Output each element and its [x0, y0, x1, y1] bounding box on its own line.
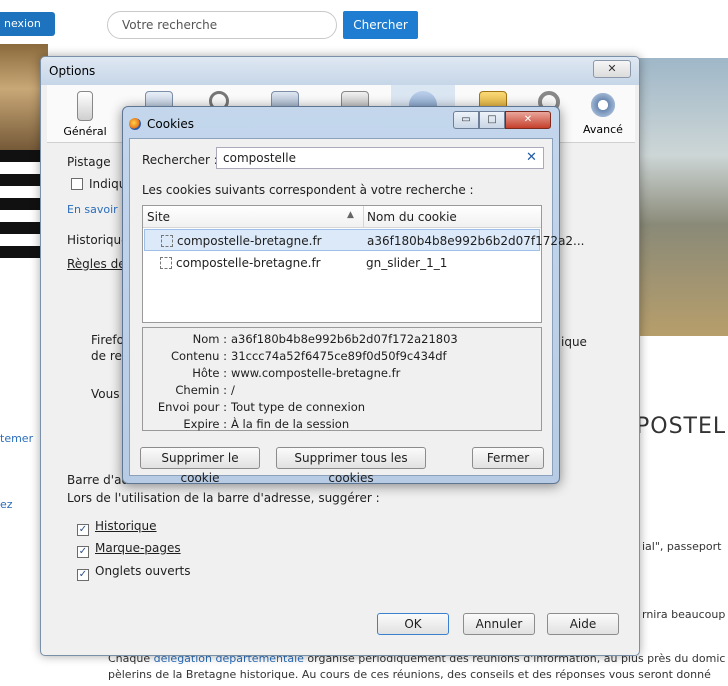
close-cookies-button[interactable]: Fermer [472, 447, 544, 469]
pistage-checkbox[interactable]: Indiqu [71, 177, 126, 191]
tab-avance-label: Avancé [583, 123, 623, 136]
close-icon[interactable]: ✕ [593, 60, 631, 78]
pistage-heading: Pistage [67, 155, 111, 169]
options-titlebar: Options ✕ [41, 57, 639, 85]
detail-label: Chemin : [175, 383, 227, 397]
detail-value: a36f180b4b8e992b6b2d07f172a21803 [231, 332, 458, 346]
suggest-bookmarks-label: Marque-pages [95, 541, 181, 555]
delete-cookie-button[interactable]: Supprimer le cookie [140, 447, 260, 485]
detail-label: Expire : [183, 417, 227, 431]
minimize-icon[interactable]: ▭ [453, 111, 479, 129]
suggest-tabs-label: Onglets ouverts [95, 564, 191, 578]
page-heading-fragment: POSTEL [636, 414, 727, 439]
clear-search-icon[interactable]: ✕ [526, 150, 537, 165]
ok-button[interactable]: OK [377, 613, 449, 635]
cookie-name: gn_slider_1_1 [366, 256, 448, 270]
column-cookie-name[interactable]: Nom du cookie [367, 210, 457, 224]
table-header: Site ▲ Nom du cookie [143, 206, 541, 228]
close-icon[interactable]: ✕ [505, 111, 551, 129]
delete-all-cookies-button[interactable]: Supprimer tous les cookies [276, 447, 426, 485]
detail-label: Contenu : [170, 349, 227, 363]
text-fragment: rnira beaucoup [642, 608, 726, 621]
body-paragraph-line: pèlerins de la Bretagne historique. Au c… [108, 668, 711, 681]
checkbox-checked-icon: ✓ [77, 546, 89, 558]
cookies-body: Rechercher : compostelle ✕ Les cookies s… [129, 138, 585, 485]
detail-value: Tout type de connexion [231, 400, 366, 414]
learn-more-link[interactable]: En savoir p [67, 203, 128, 216]
firefox-icon [129, 118, 141, 130]
column-site[interactable]: Site [147, 210, 170, 224]
suggest-bookmarks-checkbox[interactable]: ✓ Marque-pages [77, 541, 181, 558]
table-row[interactable]: compostelle-bretagne.fr gn_slider_1_1 [144, 252, 540, 274]
search-label: Rechercher : [142, 153, 218, 167]
address-bar-desc: Lors de l'utilisation de la barre d'adre… [67, 491, 380, 505]
firefox-text-3: ique [561, 335, 587, 349]
cancel-button[interactable]: Annuler [463, 613, 535, 635]
cookies-dialog: Cookies ▭ □ ✕ Rechercher : compostelle ✕… [122, 106, 585, 485]
pistage-checkbox-label: Indiqu [89, 177, 127, 191]
gear-icon [589, 91, 617, 119]
tab-general[interactable]: Général [53, 85, 117, 143]
cookies-title: Cookies [147, 117, 194, 131]
site-search-input[interactable]: Votre recherche [107, 11, 337, 39]
cookie-name: a36f180b4b8e992b6b2d07f172a2... [367, 234, 585, 248]
side-link-fragment-2[interactable]: ez [0, 498, 13, 511]
checkbox-checked-icon: ✓ [77, 524, 89, 536]
cookie-site: compostelle-bretagne.fr [177, 234, 322, 248]
cookie-table: Site ▲ Nom du cookie compostelle-bretagn… [142, 205, 585, 323]
tab-general-label: Général [63, 125, 107, 138]
checkbox-icon [71, 178, 83, 190]
cookie-site: compostelle-bretagne.fr [176, 256, 321, 270]
tab-avance[interactable]: Avancé [571, 85, 635, 143]
side-link-fragment[interactable]: temer [0, 432, 33, 445]
switch-icon [77, 91, 93, 121]
text-fragment: ial", passeport [642, 540, 722, 553]
detail-label: Envoi pour : [157, 400, 227, 414]
help-button[interactable]: Aide [547, 613, 619, 635]
row-marker-icon [161, 234, 173, 248]
column-divider [363, 206, 364, 228]
suggest-history-checkbox[interactable]: ✓ Historique [77, 519, 157, 536]
detail-value: www.compostelle-bretagne.fr [231, 366, 401, 380]
search-result-note: Les cookies suivants correspondent à vot… [142, 183, 474, 197]
checkbox-checked-icon: ✓ [77, 569, 89, 581]
detail-value: À la fin de la session [231, 417, 350, 431]
options-title: Options [49, 64, 96, 78]
suggest-history-label: Historique [95, 519, 157, 533]
header-photo [636, 58, 728, 336]
detail-label: Hôte : [192, 366, 227, 380]
sort-asc-icon: ▲ [347, 210, 354, 220]
detail-value: 31ccc74a52f6475ce89f0d50f9c434df [231, 349, 447, 363]
historique-heading: Historique [67, 233, 129, 247]
table-row[interactable]: compostelle-bretagne.fr a36f180b4b8e992b… [144, 229, 585, 251]
row-marker-icon [160, 256, 172, 270]
suggest-tabs-checkbox[interactable]: ✓ Onglets ouverts [77, 564, 190, 581]
detail-value: / [231, 383, 235, 397]
maximize-icon[interactable]: □ [479, 111, 505, 129]
connexion-button[interactable]: nexion [0, 12, 55, 36]
detail-label: Nom : [192, 332, 227, 346]
cookie-details: Nom : a36f180b4b8e992b6b2d07f172a21803 C… [142, 327, 542, 431]
cookie-search-input[interactable]: compostelle [216, 147, 544, 169]
site-search-button[interactable]: Chercher [343, 11, 418, 39]
